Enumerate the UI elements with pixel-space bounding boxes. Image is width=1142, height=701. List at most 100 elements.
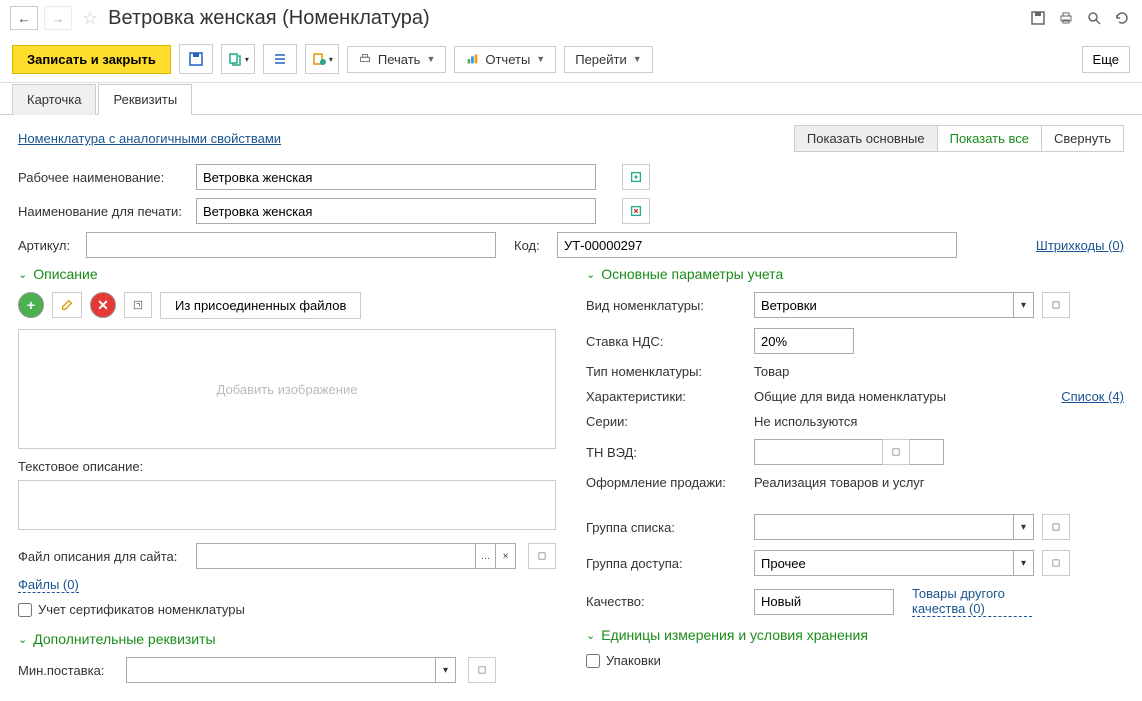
delete-button[interactable]: ✕ — [90, 292, 116, 318]
expand-button[interactable] — [124, 292, 152, 318]
save-button[interactable] — [179, 44, 213, 74]
tab-card[interactable]: Карточка — [12, 84, 96, 115]
quality-label: Качество: — [586, 594, 746, 609]
list-group-label: Группа списка: — [586, 520, 746, 535]
code-label: Код: — [514, 238, 549, 253]
chevron-down-icon: ⌄ — [18, 633, 27, 646]
goto-label: Перейти — [575, 52, 627, 67]
file-desc-browse-button[interactable]: … — [476, 543, 496, 569]
reports-dropdown[interactable]: Отчеты ▼ — [454, 46, 556, 73]
file-desc-open-button[interactable] — [528, 543, 556, 569]
tnved-input[interactable] — [754, 439, 944, 465]
min-supply-dropdown-button[interactable]: ▾ — [436, 657, 456, 683]
settings-button[interactable]: ▾ — [305, 44, 339, 74]
quality-link[interactable]: Товары другого качества (0) — [912, 586, 1032, 617]
files-link[interactable]: Файлы (0) — [18, 577, 79, 593]
access-group-open-button[interactable] — [1042, 550, 1070, 576]
chevron-down-icon: ⌄ — [586, 629, 595, 642]
tnved-label: ТН ВЭД: — [586, 445, 746, 460]
save-icon[interactable] — [1028, 8, 1048, 28]
vat-label: Ставка НДС: — [586, 334, 746, 349]
page-title: Ветровка женская (Номенклатура) — [108, 7, 1022, 30]
params-title: Основные параметры учета — [601, 266, 783, 282]
image-placeholder[interactable]: Добавить изображение — [18, 329, 556, 449]
params-section-header[interactable]: ⌄ Основные параметры учета — [586, 266, 1124, 282]
min-supply-input[interactable] — [126, 657, 436, 683]
char-value: Общие для вида номенклатуры — [754, 389, 946, 404]
cert-label: Учет сертификатов номенклатуры — [38, 602, 245, 617]
char-link[interactable]: Список (4) — [1061, 389, 1124, 404]
chevron-down-icon: ⌄ — [586, 268, 595, 281]
article-label: Артикул: — [18, 238, 78, 253]
list-group-open-button[interactable] — [1042, 514, 1070, 540]
type-dropdown-button[interactable]: ▾ — [1014, 292, 1034, 318]
more-button[interactable]: Еще — [1082, 46, 1130, 73]
min-supply-label: Мин.поставка: — [18, 663, 118, 678]
additional-section-header[interactable]: ⌄ Дополнительные реквизиты — [18, 631, 556, 647]
access-group-dropdown-button[interactable]: ▾ — [1014, 550, 1034, 576]
file-desc-label: Файл описания для сайта: — [18, 549, 188, 564]
caret-icon: ▼ — [426, 54, 435, 64]
access-group-input[interactable] — [754, 550, 1014, 576]
units-section-header[interactable]: ⌄ Единицы измерения и условия хранения — [586, 627, 1124, 643]
reports-label: Отчеты — [485, 52, 530, 67]
tnved-open-button[interactable] — [882, 439, 910, 465]
nom-type-label: Тип номенклатуры: — [586, 364, 746, 379]
nav-back-button[interactable]: ← — [10, 6, 38, 30]
collapse-button[interactable]: Свернуть — [1042, 126, 1123, 151]
work-name-action-button[interactable] — [622, 164, 650, 190]
units-title: Единицы измерения и условия хранения — [601, 627, 868, 643]
description-title: Описание — [33, 266, 97, 282]
list-group-input[interactable] — [754, 514, 1014, 540]
print-label: Печать — [378, 52, 421, 67]
goto-dropdown[interactable]: Перейти ▼ — [564, 46, 652, 73]
work-name-input[interactable] — [196, 164, 596, 190]
type-label: Вид номенклатуры: — [586, 298, 746, 313]
additional-title: Дополнительные реквизиты — [33, 631, 215, 647]
print-name-label: Наименование для печати: — [18, 204, 188, 219]
print-name-input[interactable] — [196, 198, 596, 224]
packaging-label: Упаковки — [606, 653, 661, 668]
nav-forward-button[interactable]: → — [44, 6, 72, 30]
list-group-dropdown-button[interactable]: ▾ — [1014, 514, 1034, 540]
file-desc-input[interactable] — [196, 543, 476, 569]
tab-requisites[interactable]: Реквизиты — [98, 84, 192, 115]
caret-icon: ▼ — [633, 54, 642, 64]
add-button[interactable]: + — [18, 292, 44, 318]
barcodes-link[interactable]: Штрихкоды (0) — [1036, 238, 1124, 253]
text-desc-label: Текстовое описание: — [18, 459, 188, 474]
show-all-button[interactable]: Показать все — [938, 126, 1042, 151]
refresh-icon[interactable] — [1112, 8, 1132, 28]
favorite-star-icon[interactable]: ☆ — [82, 8, 98, 29]
list-button[interactable] — [263, 44, 297, 74]
type-input[interactable] — [754, 292, 1014, 318]
caret-icon: ▼ — [536, 54, 545, 64]
sale-label: Оформление продажи: — [586, 475, 746, 490]
print-icon[interactable] — [1056, 8, 1076, 28]
article-input[interactable] — [86, 232, 496, 258]
description-section-header[interactable]: ⌄ Описание — [18, 266, 556, 282]
packaging-checkbox[interactable] — [586, 654, 600, 668]
print-dropdown[interactable]: Печать ▼ — [347, 46, 447, 73]
sale-value: Реализация товаров и услуг — [754, 475, 925, 490]
vat-input[interactable] — [754, 328, 854, 354]
cert-checkbox[interactable] — [18, 603, 32, 617]
print-name-action-button[interactable] — [622, 198, 650, 224]
show-main-button[interactable]: Показать основные — [795, 126, 938, 151]
type-open-button[interactable] — [1042, 292, 1070, 318]
char-label: Характеристики: — [586, 389, 746, 404]
code-input[interactable] — [557, 232, 957, 258]
file-desc-clear-button[interactable]: × — [496, 543, 516, 569]
nom-type-value: Товар — [754, 364, 789, 379]
min-supply-open-button[interactable] — [468, 657, 496, 683]
save-and-close-button[interactable]: Записать и закрыть — [12, 45, 171, 74]
series-label: Серии: — [586, 414, 746, 429]
analog-link[interactable]: Номенклатура с аналогичными свойствами — [18, 131, 281, 146]
text-desc-input[interactable] — [18, 480, 556, 530]
search-icon[interactable] — [1084, 8, 1104, 28]
from-files-button[interactable]: Из присоединенных файлов — [160, 292, 361, 319]
edit-button[interactable] — [52, 292, 82, 318]
quality-input[interactable] — [754, 589, 894, 615]
copy-button[interactable]: ▾ — [221, 44, 255, 74]
work-name-label: Рабочее наименование: — [18, 170, 188, 185]
